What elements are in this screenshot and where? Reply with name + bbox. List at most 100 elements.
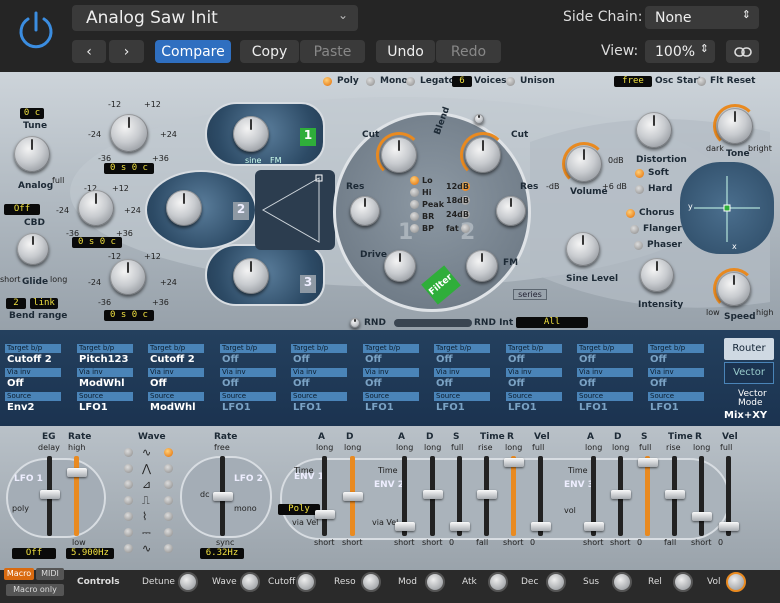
copy-button[interactable]: Copy — [240, 40, 299, 63]
mod-source-select[interactable]: Env2 — [5, 402, 61, 414]
intensity-knob[interactable] — [640, 258, 674, 292]
poly-led[interactable] — [323, 77, 332, 86]
lfo1-sync-display[interactable]: Off — [12, 548, 56, 559]
mod-source-select[interactable]: LFO1 — [77, 402, 133, 414]
inv-toggle[interactable]: inv — [20, 368, 31, 376]
osc2-waveform-knob[interactable] — [166, 190, 202, 226]
mod-via-select[interactable]: Off — [148, 378, 204, 390]
bp-toggle[interactable]: b/p — [174, 344, 185, 352]
lfo2-wave-led[interactable] — [164, 480, 173, 489]
macro-tab[interactable]: Macro — [4, 568, 34, 580]
volume-knob[interactable] — [566, 146, 602, 182]
osc2-tuning-display[interactable]: 0 s 0 c — [72, 237, 122, 248]
mod-target-select[interactable]: Off — [291, 354, 347, 366]
mod-via-select[interactable]: Off — [648, 378, 704, 390]
lfo2-rate-display[interactable]: 6.32Hz — [200, 548, 244, 559]
distortion-soft-led[interactable] — [635, 169, 644, 178]
filter-drive-knob[interactable] — [384, 250, 416, 282]
macro-knob[interactable] — [361, 572, 381, 592]
inv-toggle[interactable]: inv — [449, 368, 460, 376]
preset-menu[interactable]: Analog Saw Init ⌄ — [72, 5, 358, 31]
view-zoom-select[interactable]: 100% ⇕ — [645, 40, 715, 63]
bend-link-button[interactable]: link — [30, 298, 58, 309]
mod-source-select[interactable]: LFO1 — [648, 402, 704, 414]
tone-knob[interactable] — [717, 108, 753, 144]
phaser-led[interactable] — [634, 241, 643, 250]
lfo2-wave-led[interactable] — [164, 464, 173, 473]
sine-level-knob[interactable] — [566, 232, 600, 266]
rnd-button[interactable] — [350, 318, 360, 328]
env-fader[interactable] — [477, 490, 497, 499]
lfo1-wave-led[interactable] — [124, 480, 133, 489]
side-chain-select[interactable]: None ⇕ — [645, 6, 759, 29]
inv-toggle[interactable]: inv — [163, 368, 174, 376]
filter-series-button[interactable]: series — [513, 289, 547, 300]
inv-toggle[interactable]: inv — [663, 368, 674, 376]
lfo1-wave-led[interactable] — [124, 496, 133, 505]
osc1-semitone-knob[interactable] — [110, 114, 148, 152]
osc-mix-pad[interactable] — [255, 170, 335, 250]
inv-toggle[interactable]: inv — [521, 368, 532, 376]
mod-target-select[interactable]: Off — [220, 354, 276, 366]
bp-toggle[interactable]: b/p — [31, 344, 42, 352]
macro-knob[interactable] — [296, 572, 316, 592]
osc2-semitone-knob[interactable] — [78, 190, 114, 226]
lfo1-rate-display[interactable]: 5.900Hz — [66, 548, 114, 559]
mod-target-select[interactable]: Off — [363, 354, 419, 366]
redo-button[interactable]: Redo — [436, 40, 501, 63]
mod-via-select[interactable]: Off — [5, 378, 61, 390]
mod-source-select[interactable]: LFO1 — [291, 402, 347, 414]
macro-knob[interactable] — [240, 572, 260, 592]
env-fader[interactable] — [531, 522, 551, 531]
lfo2-rate-fader[interactable] — [213, 492, 233, 501]
mod-target-select[interactable]: Off — [434, 354, 490, 366]
filter-mode-bp-led[interactable] — [410, 224, 419, 233]
analog-knob[interactable] — [14, 136, 50, 172]
macro-knob[interactable] — [673, 572, 693, 592]
macro-only-button[interactable]: Macro only — [6, 584, 64, 596]
mod-source-select[interactable]: LFO1 — [506, 402, 562, 414]
bp-toggle[interactable]: b/p — [460, 344, 471, 352]
mod-target-select[interactable]: Pitch123 — [77, 354, 133, 366]
lfo2-wave-led[interactable] — [164, 496, 173, 505]
bp-toggle[interactable]: b/p — [389, 344, 400, 352]
env1-mode-select[interactable]: Poly — [278, 504, 320, 515]
midi-tab[interactable]: MIDI — [36, 568, 64, 580]
mod-source-select[interactable]: ModWhl — [148, 402, 204, 414]
osc3-tuning-display[interactable]: 0 s 0 c — [104, 310, 154, 321]
osc1-number[interactable]: 1 — [300, 128, 316, 146]
glide-knob[interactable] — [17, 233, 49, 265]
previous-preset-button[interactable]: ‹ — [72, 40, 106, 63]
power-icon[interactable] — [14, 8, 58, 52]
lfo2-wave-led[interactable] — [164, 528, 173, 537]
macro-knob[interactable] — [612, 572, 632, 592]
osc3-number[interactable]: 3 — [300, 275, 316, 293]
mod-via-select[interactable]: Off — [577, 378, 633, 390]
lfo2-wave-led[interactable] — [164, 544, 173, 553]
router-button[interactable]: Router — [724, 338, 774, 360]
filter2-res-knob[interactable] — [496, 196, 526, 226]
distortion-knob[interactable] — [636, 112, 672, 148]
filter1-cutoff-knob[interactable] — [381, 137, 417, 173]
flanger-led[interactable] — [630, 225, 639, 234]
bp-toggle[interactable]: b/p — [603, 344, 614, 352]
lfo2-wave-led[interactable] — [164, 448, 173, 457]
mod-source-select[interactable]: LFO1 — [363, 402, 419, 414]
inv-toggle[interactable]: inv — [235, 368, 246, 376]
env-fader[interactable] — [692, 512, 712, 521]
voices-display[interactable]: 6 — [452, 76, 472, 87]
bp-toggle[interactable]: b/p — [103, 344, 114, 352]
filter-fm-knob[interactable] — [466, 250, 498, 282]
env-fader[interactable] — [665, 490, 685, 499]
filter-mode-lo-led[interactable] — [410, 176, 419, 185]
distortion-hard-led[interactable] — [635, 185, 644, 194]
lfo1-delay-fader[interactable] — [40, 490, 60, 499]
env-fader[interactable] — [343, 492, 363, 501]
compare-button[interactable]: Compare — [155, 40, 231, 63]
mod-target-select[interactable]: Cutoff 2 — [148, 354, 204, 366]
mod-via-select[interactable]: Off — [220, 378, 276, 390]
env-fader[interactable] — [450, 522, 470, 531]
inv-toggle[interactable]: inv — [378, 368, 389, 376]
legato-led[interactable] — [406, 77, 415, 86]
osc3-waveform-knob[interactable] — [233, 258, 269, 294]
